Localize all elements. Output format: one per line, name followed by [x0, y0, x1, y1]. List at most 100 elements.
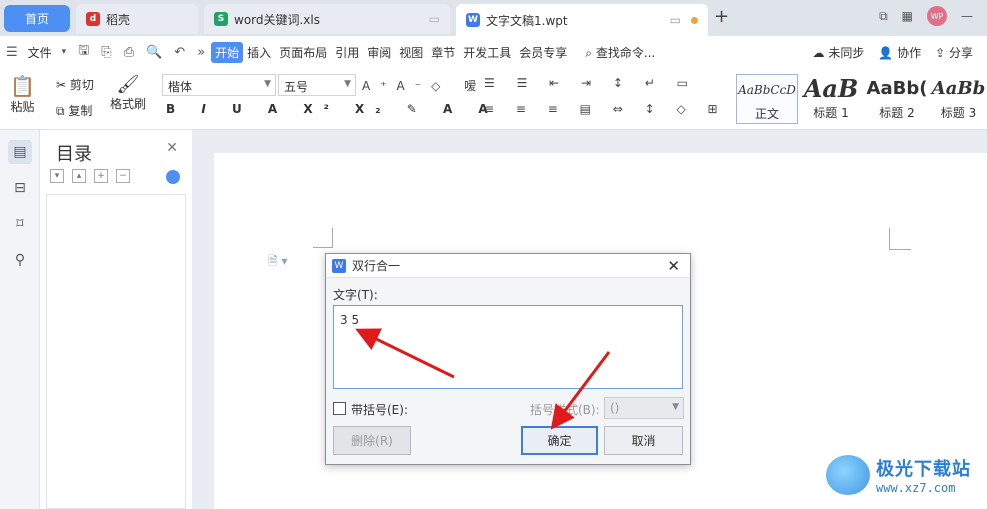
minimize-icon[interactable]: —	[961, 9, 973, 23]
bracket-label: 带括号(E):	[351, 403, 408, 417]
sync-button[interactable]: ☁ 未同步	[812, 44, 864, 61]
bracket-style-value: ()	[610, 401, 620, 415]
command-search[interactable]: ⌕ 查找命令...	[581, 44, 659, 61]
navigation-icon[interactable]: ⊟	[8, 176, 32, 200]
style-heading3[interactable]: AaBb 标题 3	[930, 74, 987, 124]
menu-view[interactable]: 视图	[395, 44, 427, 61]
toc-list	[46, 194, 186, 509]
print-icon[interactable]: ⎙	[118, 45, 140, 60]
text-input-value: 3 5	[340, 313, 360, 327]
font-size-tools[interactable]: A⁺A⁻◇ 嗳	[362, 77, 486, 94]
tab-daoke-label: 稻壳	[106, 12, 131, 27]
format-painter-label: 格式刷	[110, 97, 147, 111]
chevron-down-icon: ▼	[672, 402, 679, 412]
remove-icon[interactable]: −	[116, 169, 130, 183]
list-tools[interactable]: ☰ ☰ ⇤ ⇥ ↕ ↵ ▭	[484, 76, 697, 90]
font-size-value: 五号	[284, 80, 309, 94]
watermark-name: 极光下载站	[876, 459, 971, 480]
text-label: 文字(T):	[333, 288, 378, 302]
collab-button[interactable]: 👤 协作	[878, 44, 921, 61]
delete-button-label: 删除(R)	[351, 434, 393, 448]
undo-icon[interactable]: ↶	[168, 45, 191, 60]
cut-button[interactable]: ✂ 剪切	[56, 76, 94, 93]
align-tools[interactable]: ≡ ≡ ≡ ▤ ⇔ ↕ ◇ ⊞	[484, 102, 727, 116]
bracket-style-label: 括号样式(B):	[530, 403, 600, 417]
spreadsheet-icon: S	[214, 12, 228, 26]
left-rail: ▤ ⊟ ⌑ ⚲	[0, 130, 40, 509]
menu-review[interactable]: 审阅	[363, 44, 395, 61]
export-icon[interactable]: ⎘	[95, 45, 117, 60]
tab-daoke[interactable]: d 稻壳	[76, 4, 198, 34]
monitor-icon[interactable]: ▭	[670, 13, 681, 27]
close-icon[interactable]: ✕	[166, 140, 178, 156]
tab-home[interactable]: 首页	[4, 5, 70, 32]
style-normal[interactable]: AaBbCcD 正文	[736, 74, 798, 124]
copy-label: 复制	[68, 104, 93, 118]
tab-xls-label: word关键词.xls	[234, 12, 320, 27]
font-name-value: 楷体	[168, 80, 193, 94]
close-icon[interactable]: ✕	[667, 257, 680, 275]
bracket-checkbox[interactable]	[333, 402, 346, 415]
paste-button[interactable]: 📋 粘贴	[10, 74, 35, 115]
style-heading2-name: 标题 2	[879, 106, 915, 120]
menu-bar: ☰ 文件 ▾ 🖫 ⎘ ⎙ 🔍 ↶ » 开始 插入 页面布局 引用 审阅 视图 章…	[0, 36, 987, 68]
add-icon[interactable]: +	[94, 169, 108, 183]
unsaved-dot-icon	[691, 16, 698, 24]
new-tab-button[interactable]: +	[714, 6, 729, 27]
paragraph-icon[interactable]: 🗎 ▾	[268, 252, 288, 273]
save-icon[interactable]: 🖫	[72, 41, 95, 63]
menu-section[interactable]: 章节	[427, 44, 459, 61]
apps-grid-icon[interactable]: ▦	[902, 9, 913, 23]
avatar[interactable]: WP	[927, 6, 947, 26]
cancel-button[interactable]: 取消	[604, 426, 683, 455]
style-heading1[interactable]: AaB 标题 1	[800, 74, 862, 124]
tab-wpt[interactable]: W 文字文稿1.wpt ▭	[456, 4, 708, 36]
font-size-select[interactable]: 五号 ▼	[278, 74, 356, 96]
writer-icon: W	[466, 13, 480, 27]
watermark-logo-icon	[826, 455, 870, 495]
expand-icon[interactable]: ▴	[72, 169, 86, 183]
print-preview-icon[interactable]: 🔍	[140, 45, 168, 60]
style-heading3-name: 标题 3	[940, 106, 977, 120]
hamburger-icon[interactable]: ☰	[0, 45, 24, 60]
command-search-label: 查找命令...	[595, 45, 656, 60]
chevron-down-icon[interactable]: ▾	[56, 47, 73, 57]
text-format-tools[interactable]: B I U A X² X₂ ✎ A A	[166, 102, 499, 116]
window-layout-icon[interactable]: ⧉	[879, 9, 888, 24]
menu-dev-tools[interactable]: 开发工具	[459, 44, 515, 61]
menu-member[interactable]: 会员专享	[515, 44, 571, 61]
more-icon[interactable]: »	[191, 45, 211, 60]
delete-button[interactable]: 删除(R)	[333, 426, 411, 455]
menu-start[interactable]: 开始	[211, 41, 244, 63]
toc-view-icon[interactable]	[166, 170, 180, 184]
share-button[interactable]: ⇪ 分享	[935, 44, 973, 61]
format-painter-button[interactable]: 🖌 格式刷	[110, 74, 146, 112]
menu-reference[interactable]: 引用	[331, 44, 363, 61]
text-input[interactable]: 3 5	[333, 305, 683, 389]
font-name-select[interactable]: 楷体 ▼	[162, 74, 276, 96]
copy-button[interactable]: ⧉ 复制	[56, 102, 92, 119]
collapse-icon[interactable]: ▾	[50, 169, 64, 183]
bracket-style-select[interactable]: () ▼	[604, 397, 684, 419]
margin-corner-right	[889, 228, 911, 250]
tab-wpt-label: 文字文稿1.wpt	[486, 13, 568, 28]
share-label: 分享	[948, 45, 973, 60]
tab-xls[interactable]: S word关键词.xls ▭	[204, 4, 450, 34]
cut-label: 剪切	[69, 78, 94, 92]
brush-icon: 🖌	[116, 74, 140, 95]
toc-panel-icon[interactable]: ▤	[8, 140, 32, 164]
cancel-button-label: 取消	[631, 434, 656, 448]
ok-button[interactable]: 确定	[521, 426, 598, 455]
ribbon: 📋 粘贴 ✂ 剪切 ⧉ 复制 🖌 格式刷 楷体 ▼ 五号 ▼ A⁺A⁻◇ 嗳 B I…	[0, 68, 987, 130]
tab-home-label: 首页	[24, 12, 49, 26]
monitor-icon[interactable]: ▭	[429, 12, 440, 26]
bookmark-icon[interactable]: ⌑	[8, 212, 32, 236]
style-heading1-preview: AaB	[803, 74, 859, 103]
style-heading2[interactable]: AaBb( 标题 2	[866, 74, 928, 124]
style-heading1-name: 标题 1	[813, 106, 849, 120]
menu-layout[interactable]: 页面布局	[275, 44, 331, 61]
menu-insert[interactable]: 插入	[243, 44, 275, 61]
search-icon[interactable]: ⚲	[8, 248, 32, 272]
menu-file[interactable]: 文件	[24, 44, 56, 61]
chevron-down-icon: ▼	[264, 79, 271, 89]
